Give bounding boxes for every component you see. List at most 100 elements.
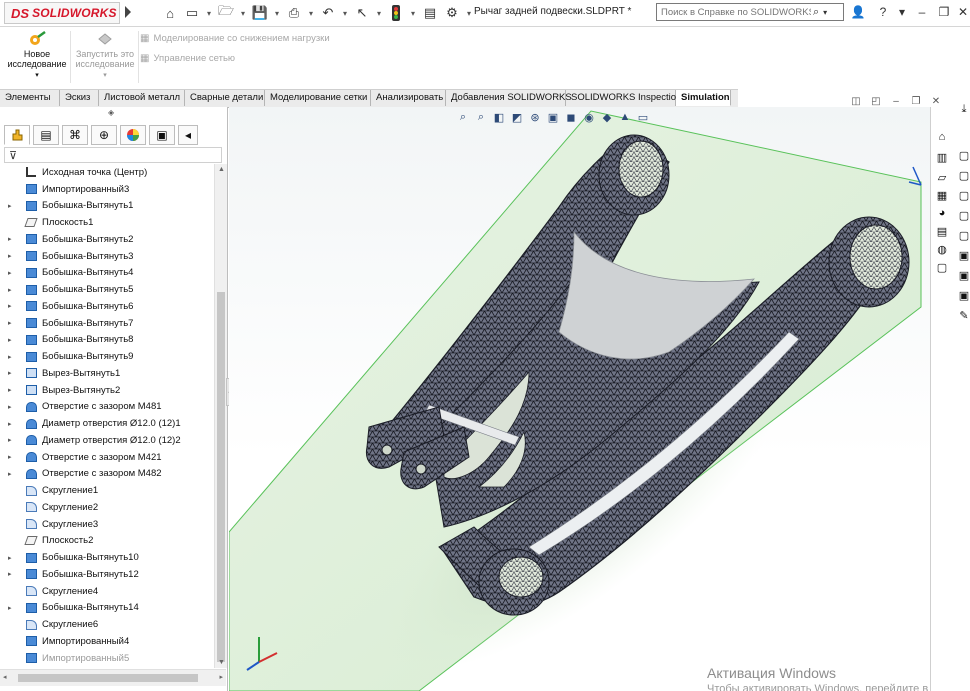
expand-arrow-icon[interactable]: ▸ <box>8 436 16 444</box>
tab-mesh-modeling[interactable]: Моделирование сетки <box>265 90 371 106</box>
tab-solidworks-addins[interactable]: Добавления SOLIDWORKS <box>446 90 572 106</box>
view-back-icon[interactable]: ▣ <box>957 287 970 303</box>
filter-icon[interactable]: ⊽ <box>9 149 17 162</box>
expand-arrow-icon[interactable]: ▸ <box>8 252 16 260</box>
expand-arrow-icon[interactable]: ▸ <box>8 319 16 327</box>
viewport-minimize-icon[interactable]: – <box>890 95 902 107</box>
panel-splitter-icon[interactable]: ◈ <box>108 108 114 117</box>
run-study-button[interactable]: Запустить это исследование ▾ <box>72 27 138 87</box>
measure-tool-icon[interactable]: ✎ <box>957 307 970 323</box>
tree-item[interactable]: ▸ Бобышка-Вытянуть4 <box>0 265 214 282</box>
tree-item[interactable]: Плоскость2 <box>0 533 214 550</box>
view-palette-icon[interactable]: ▦ <box>934 187 950 203</box>
mesh-model-view[interactable] <box>229 107 930 691</box>
display-manager-tab-icon[interactable] <box>120 125 146 145</box>
expand-arrow-icon[interactable]: ▸ <box>8 604 16 612</box>
view-front-icon[interactable]: ▢ <box>957 167 970 183</box>
save-icon[interactable]: 💾 <box>250 3 270 23</box>
viewport-maximize-icon[interactable]: ❐ <box>910 95 922 107</box>
view-isometric-icon[interactable]: ▢ <box>957 147 970 163</box>
tree-item[interactable]: ▸ Бобышка-Вытянуть14 <box>0 600 214 617</box>
graphics-area[interactable]: ⌕ ⌕ ◧ ◩ ⊛ ▣ ◼ ◉ ◆ ▲ ▭ Активация Windows … <box>229 107 930 691</box>
new-document-icon[interactable]: ▭ <box>182 3 202 23</box>
scroll-down-icon[interactable]: ▼ <box>218 659 225 666</box>
tree-item[interactable]: ▸ Бобышка-Вытянуть1 <box>0 198 214 215</box>
expand-arrow-icon[interactable]: ▸ <box>8 336 16 344</box>
expand-arrow-icon[interactable]: ▸ <box>8 286 16 294</box>
open-folder-icon[interactable]: 🗁 <box>216 3 236 23</box>
tab-features[interactable]: Элементы <box>0 90 60 106</box>
tab-simulation[interactable]: Simulation <box>676 90 731 106</box>
select-arrow-icon[interactable]: ↖ <box>352 3 372 23</box>
help-dropdown-icon[interactable]: ▾ <box>894 4 910 20</box>
view-top-icon[interactable]: ▢ <box>957 187 970 203</box>
tree-item[interactable]: Скругление2 <box>0 499 214 516</box>
options-dropdown-icon[interactable]: ▾ <box>464 3 474 23</box>
print-dropdown-icon[interactable]: ▾ <box>306 3 316 23</box>
learning-icon[interactable]: ▢ <box>934 259 950 275</box>
edit-appearance-icon[interactable]: ◆ <box>599 109 615 125</box>
tree-horizontal-scrollbar[interactable]: ◂ ▸ <box>0 669 226 686</box>
expand-arrow-icon[interactable]: ▸ <box>8 403 16 411</box>
new-study-dropdown-icon[interactable]: ▾ <box>35 71 39 79</box>
feature-manager-tab-icon[interactable] <box>4 125 30 145</box>
new-dropdown-icon[interactable]: ▾ <box>204 3 214 23</box>
help-search-input[interactable] <box>661 6 811 18</box>
minimize-icon[interactable]: – <box>914 4 930 20</box>
view-settings-icon[interactable]: ▭ <box>635 109 651 125</box>
expand-arrow-icon[interactable]: ▸ <box>8 235 16 243</box>
open-dropdown-icon[interactable]: ▾ <box>238 3 248 23</box>
tree-item[interactable]: Импортированный4 <box>0 633 214 650</box>
tree-item[interactable]: ▸ Отверстие с зазором M482 <box>0 466 214 483</box>
display-style-icon[interactable]: ◼ <box>563 109 579 125</box>
solidworks-forum-icon[interactable]: ◍ <box>934 241 950 257</box>
zoom-to-fit-icon[interactable]: ⌕ <box>455 109 471 125</box>
search-dropdown-icon[interactable]: ▾ <box>823 8 827 17</box>
appearances-icon[interactable]: ◕ <box>934 205 950 221</box>
expand-arrow-icon[interactable]: ▸ <box>8 353 16 361</box>
scroll-right-icon[interactable]: ▸ <box>219 673 223 681</box>
tree-item[interactable]: Плоскость1 <box>0 214 214 231</box>
custom-properties-icon[interactable]: ▤ <box>934 223 950 239</box>
section-view-icon[interactable]: ◩ <box>509 109 525 125</box>
apply-scene-icon[interactable]: ▲ <box>617 109 633 125</box>
dimxpert-tab-icon[interactable]: ⊕ <box>91 125 117 145</box>
tree-item[interactable]: Импортированный3 <box>0 181 214 198</box>
tab-sheet-metal[interactable]: Листовой металл <box>99 90 185 106</box>
rebuild-dropdown-icon[interactable]: ▾ <box>408 3 418 23</box>
new-study-button[interactable]: Новое исследование ▾ <box>4 27 70 87</box>
solidworks-resources-icon[interactable]: ⌂ <box>934 129 950 145</box>
tab-evaluate[interactable]: Анализировать <box>371 90 446 106</box>
expand-arrow-icon[interactable]: ▸ <box>8 554 16 562</box>
hide-show-items-icon[interactable]: ◉ <box>581 109 597 125</box>
view-right-icon[interactable]: ▢ <box>957 207 970 223</box>
tree-item[interactable]: ▸ Диаметр отверстия Ø12.0 (12)2 <box>0 432 214 449</box>
tree-item[interactable]: ▸ Бобышка-Вытянуть2 <box>0 231 214 248</box>
menu-expand-icon[interactable] <box>125 6 131 18</box>
load-reduction-button[interactable]: ▦ Моделирование со снижением нагрузки <box>140 31 330 45</box>
expand-arrow-icon[interactable]: ▸ <box>8 269 16 277</box>
options-gear-icon[interactable]: ⚙ <box>442 3 462 23</box>
search-icon[interactable]: ⌕ <box>813 6 819 19</box>
save-dropdown-icon[interactable]: ▾ <box>272 3 282 23</box>
restore-icon[interactable]: ❐ <box>936 4 952 20</box>
tab-sketch[interactable]: Эскиз <box>60 90 99 106</box>
expand-arrow-icon[interactable]: ▸ <box>8 420 16 428</box>
view-orientation-icon[interactable]: ▣ <box>545 109 561 125</box>
zoom-to-area-icon[interactable]: ⌕ <box>473 109 489 125</box>
tree-item[interactable]: ▸ Бобышка-Вытянуть8 <box>0 332 214 349</box>
undo-icon[interactable]: ↶ <box>318 3 338 23</box>
tree-item[interactable]: ▸ Бобышка-Вытянуть7 <box>0 315 214 332</box>
tree-filter[interactable]: ⊽ <box>4 147 222 163</box>
scroll-left-icon[interactable]: ◂ <box>3 673 7 681</box>
print-icon[interactable]: ⎙ <box>284 3 304 23</box>
tree-item[interactable]: ▸ Отверстие с зазором M481 <box>0 399 214 416</box>
tree-item[interactable]: Импортированный5 <box>0 650 214 667</box>
expand-arrow-icon[interactable]: ▸ <box>8 470 16 478</box>
rebuild-traffic-light-icon[interactable] <box>386 3 406 23</box>
user-account-icon[interactable]: 👤 <box>850 4 866 20</box>
help-question-icon[interactable]: ? <box>875 4 891 20</box>
help-search-box[interactable]: ⌕ ▾ <box>656 3 844 21</box>
tree-item[interactable]: ▸ Диаметр отверстия Ø12.0 (12)1 <box>0 415 214 432</box>
file-explorer-icon[interactable]: ▱ <box>934 169 950 185</box>
